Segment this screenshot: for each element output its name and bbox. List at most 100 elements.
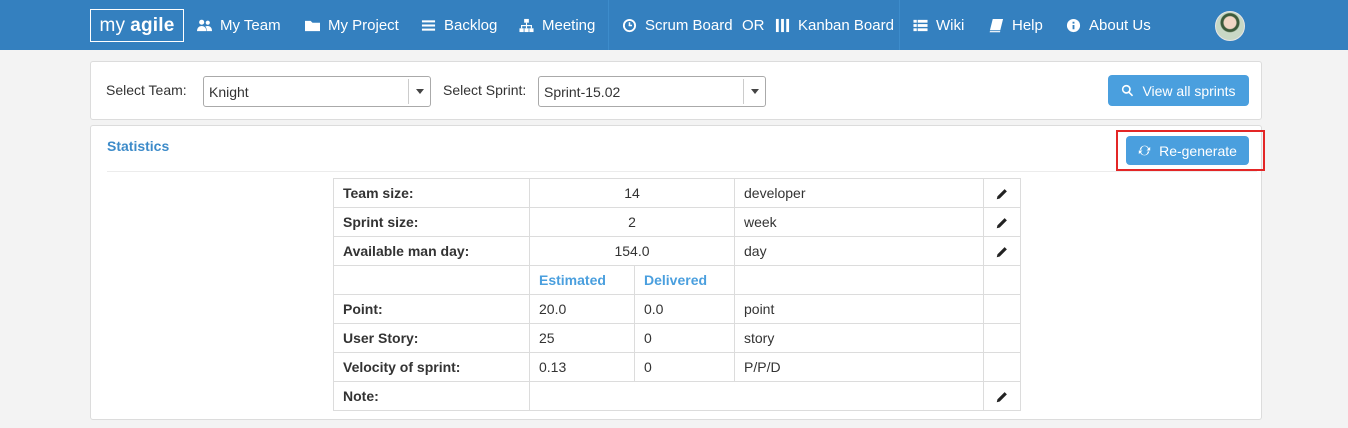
- team-select-value: Knight: [209, 84, 249, 100]
- team-size-label: Team size:: [333, 178, 530, 208]
- nav-help-label: Help: [1012, 16, 1043, 34]
- user-story-label: User Story:: [333, 323, 530, 353]
- available-man-day-unit: day: [734, 236, 984, 266]
- empty-cell: [983, 352, 1021, 382]
- chevron-down-icon[interactable]: [743, 79, 765, 104]
- velocity-label: Velocity of sprint:: [333, 352, 530, 382]
- nav-wiki-label: Wiki: [936, 16, 965, 34]
- sprint-select[interactable]: Sprint-15.02: [538, 76, 766, 107]
- pencil-icon: [996, 247, 1007, 258]
- regenerate-label: Re-generate: [1159, 142, 1237, 159]
- point-label: Point:: [333, 294, 530, 324]
- note-label: Note:: [333, 381, 530, 411]
- columns-icon: [775, 18, 790, 32]
- table-row: Point: 20.0 0.0 point: [333, 294, 1021, 324]
- table-row: Team size: 14 developer: [333, 178, 1021, 208]
- edit-note-button[interactable]: [983, 381, 1021, 411]
- team-select-label: Select Team:: [106, 82, 187, 98]
- nav-about-us[interactable]: About Us: [1066, 0, 1151, 50]
- brand-prefix: my: [99, 14, 126, 36]
- pencil-icon: [996, 218, 1007, 229]
- point-delivered: 0.0: [634, 294, 735, 324]
- nav-my-project-label: My Project: [328, 16, 399, 34]
- nav-divider: [608, 0, 609, 50]
- nav-or-label: OR: [742, 16, 765, 34]
- team-size-value: 14: [529, 178, 735, 208]
- regenerate-button[interactable]: Re-generate: [1126, 136, 1249, 165]
- clock-icon: [622, 18, 637, 32]
- user-avatar[interactable]: [1215, 11, 1245, 41]
- pencil-icon: [996, 392, 1007, 403]
- nav-kanban-board[interactable]: Kanban Board: [775, 0, 894, 50]
- search-icon: [1122, 84, 1134, 97]
- table-row: Available man day: 154.0 day: [333, 236, 1021, 266]
- sprint-size-unit: week: [734, 207, 984, 237]
- nav-backlog[interactable]: Backlog: [421, 0, 497, 50]
- table-row: Estimated Delivered: [333, 265, 1021, 295]
- folder-icon: [305, 20, 320, 31]
- nav-scrum-board-label: Scrum Board: [645, 16, 733, 34]
- users-icon: [197, 19, 212, 31]
- statistics-divider: [107, 171, 1257, 172]
- nav-my-project[interactable]: My Project: [305, 0, 399, 50]
- brand-name: agile: [130, 14, 175, 36]
- user-story-estimated: 25: [529, 323, 635, 353]
- team-size-unit: developer: [734, 178, 984, 208]
- nav-about-us-label: About Us: [1089, 16, 1151, 34]
- view-all-sprints-label: View all sprints: [1142, 82, 1236, 99]
- sprint-filter-panel: Select Team: Knight Select Sprint: Sprin…: [90, 61, 1262, 120]
- table-row: Velocity of sprint: 0.13 0 P/P/D: [333, 352, 1021, 382]
- nav-backlog-label: Backlog: [444, 16, 498, 34]
- team-select[interactable]: Knight: [203, 76, 431, 107]
- brand-logo[interactable]: my agile: [90, 9, 184, 42]
- empty-cell: [734, 265, 984, 295]
- sitemap-icon: [519, 18, 534, 32]
- point-unit: point: [734, 294, 984, 324]
- refresh-icon: [1138, 145, 1151, 156]
- empty-cell: [983, 294, 1021, 324]
- delivered-header: Delivered: [634, 265, 735, 295]
- list-icon: [421, 19, 436, 31]
- sprint-size-value: 2: [529, 207, 735, 237]
- pencil-icon: [996, 189, 1007, 200]
- empty-cell: [983, 323, 1021, 353]
- view-all-sprints-button[interactable]: View all sprints: [1108, 75, 1249, 106]
- point-estimated: 20.0: [529, 294, 635, 324]
- table-row: Sprint size: 2 week: [333, 207, 1021, 237]
- user-story-delivered: 0: [634, 323, 735, 353]
- edit-team-size-button[interactable]: [983, 178, 1021, 208]
- estimated-header: Estimated: [529, 265, 635, 295]
- nav-or-text: OR: [742, 0, 765, 50]
- nav-wiki[interactable]: Wiki: [913, 0, 964, 50]
- nav-meeting-label: Meeting: [542, 16, 596, 34]
- note-value: [529, 381, 984, 411]
- info-circle-icon: [1066, 18, 1081, 32]
- table-row: User Story: 25 0 story: [333, 323, 1021, 353]
- nav-my-team[interactable]: My Team: [197, 0, 281, 50]
- statistics-table: Team size: 14 developer Sprint size: 2 w…: [333, 178, 1021, 411]
- table-row: Note:: [333, 381, 1021, 411]
- velocity-delivered: 0: [634, 352, 735, 382]
- user-story-unit: story: [734, 323, 984, 353]
- empty-cell: [983, 265, 1021, 295]
- chevron-down-icon[interactable]: [408, 79, 430, 104]
- velocity-estimated: 0.13: [529, 352, 635, 382]
- nav-scrum-board[interactable]: Scrum Board: [622, 0, 733, 50]
- edit-available-man-day-button[interactable]: [983, 236, 1021, 266]
- edit-sprint-size-button[interactable]: [983, 207, 1021, 237]
- sprint-size-label: Sprint size:: [333, 207, 530, 237]
- sprint-select-label: Select Sprint:: [443, 82, 527, 98]
- empty-cell: [333, 265, 530, 295]
- statistics-panel: Statistics Re-generate Team size: 14 dev…: [90, 125, 1265, 420]
- velocity-unit: P/P/D: [734, 352, 984, 382]
- nav-my-team-label: My Team: [220, 16, 281, 34]
- sprint-select-value: Sprint-15.02: [544, 84, 621, 100]
- nav-kanban-board-label: Kanban Board: [798, 16, 894, 34]
- nav-meeting[interactable]: Meeting: [519, 0, 595, 50]
- top-navbar: my agile My Team My Project Backlog Meeti…: [0, 0, 1348, 50]
- book-icon: [989, 18, 1004, 32]
- nav-help[interactable]: Help: [989, 0, 1043, 50]
- nav-divider: [899, 0, 900, 50]
- available-man-day-value: 154.0: [529, 236, 735, 266]
- statistics-title: Statistics: [107, 138, 170, 154]
